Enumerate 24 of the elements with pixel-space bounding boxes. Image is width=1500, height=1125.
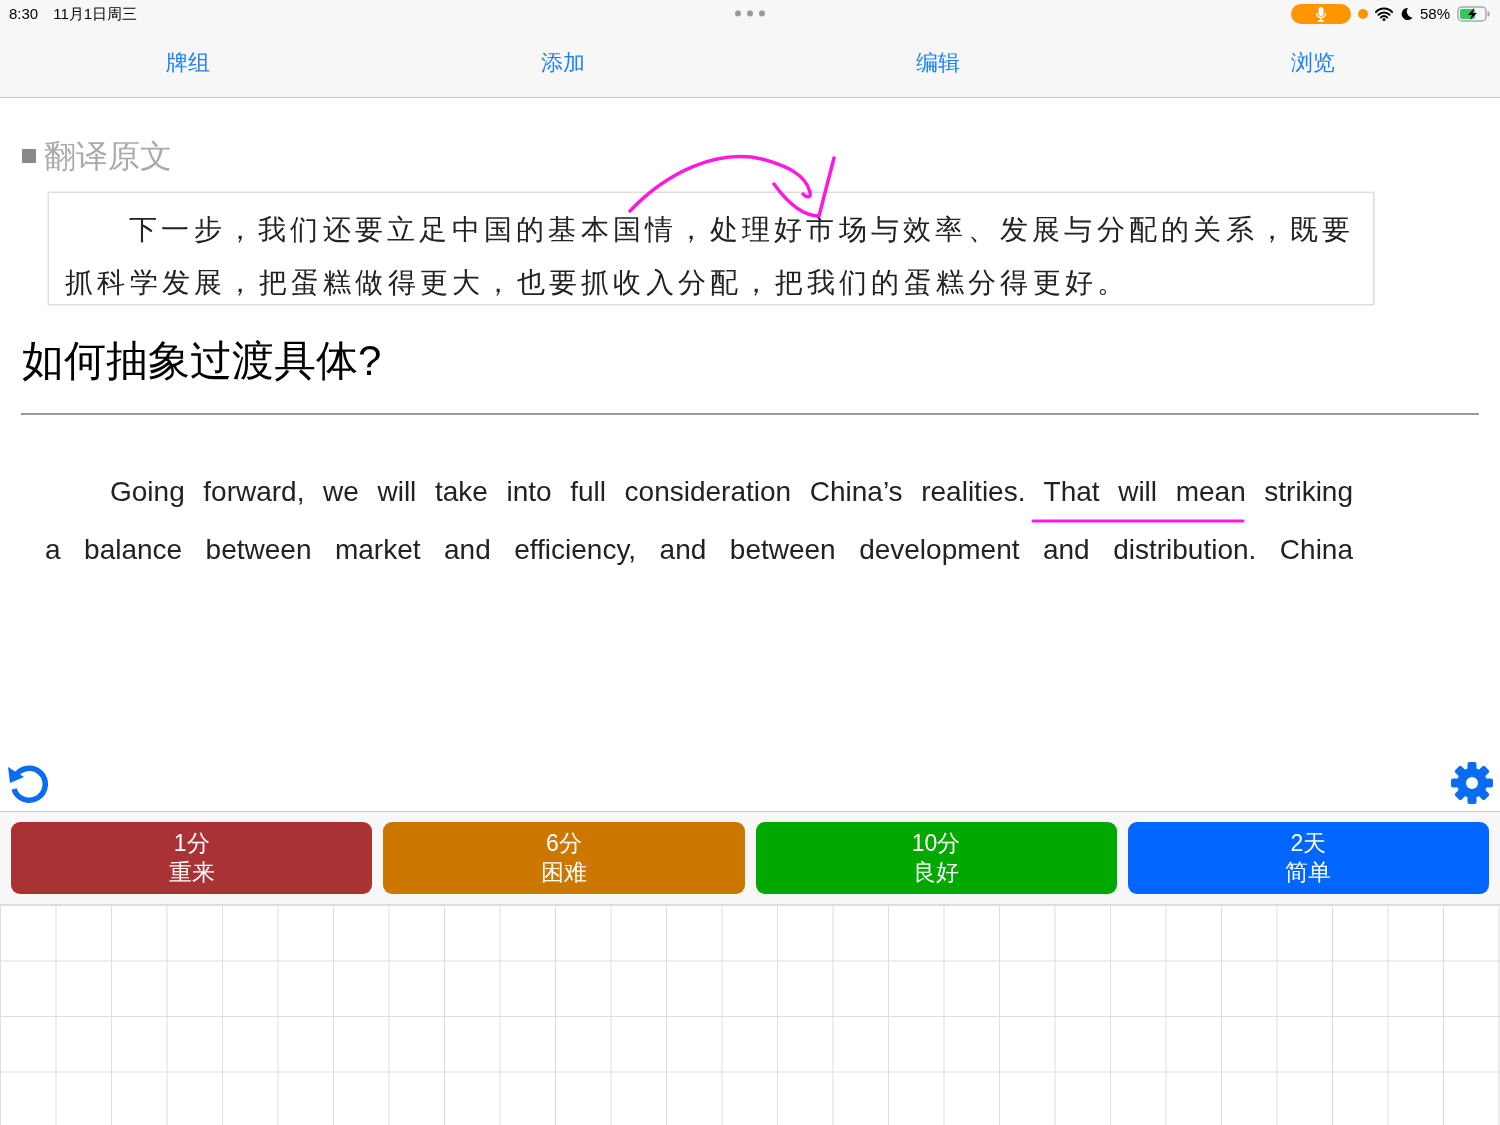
status-time: 8:30 [9, 3, 39, 24]
source-paragraph: 下一步，我们还要立足中国的基本国情，处理好市场与效率、发展与分配的关系，既要抓科学发展，把蛋糕做得更大，也要抓收入分配，把我们的蛋糕分得更好。 [65, 213, 1356, 300]
moon-icon [1399, 7, 1413, 21]
status-date: 11月1日周三 [53, 3, 138, 24]
nav-tab[interactable]: 牌组 [165, 48, 210, 77]
answer-text-line: Going forward, we will take into full consideration China’s realities. That will mean striking [109, 475, 1353, 509]
nav-tab[interactable]: 编辑 [915, 48, 960, 77]
more-icon [734, 10, 766, 17]
battery-charging-icon [1457, 6, 1491, 22]
recording-dot-icon [1357, 9, 1368, 19]
microphone-indicator [1290, 4, 1351, 24]
section-title: 翻译原文 [44, 137, 172, 176]
question-heading: 如何抽象过渡具体? [22, 336, 383, 386]
answer-button[interactable]: 2天 简单 [1127, 822, 1489, 894]
bullet-square [22, 149, 36, 163]
battery-percent: 58% [1419, 3, 1450, 24]
answer-text-line: a balance between market and efficiency, and between development and distribution. China [45, 533, 1353, 567]
settings-icon[interactable] [1450, 761, 1494, 805]
answer-button[interactable]: 1分 重来 [11, 822, 373, 894]
nav-tab[interactable]: 添加 [540, 48, 585, 77]
answer-button[interactable]: 6分 困难 [383, 822, 745, 894]
wifi-icon [1374, 7, 1393, 21]
nav-tab[interactable]: 浏览 [1290, 48, 1335, 77]
answer-button[interactable]: 10分 良好 [755, 822, 1117, 894]
